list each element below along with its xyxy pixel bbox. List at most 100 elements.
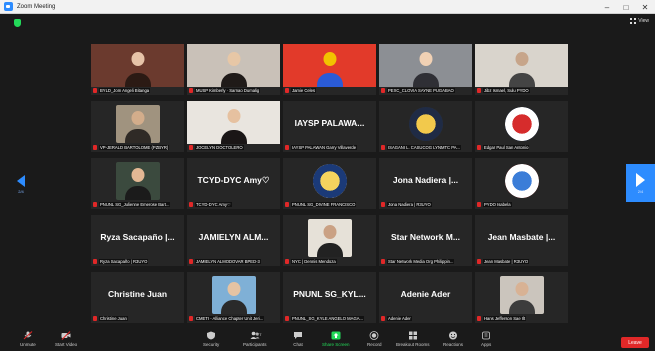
participant-name-tag: Ryza Sacapaño | R3UYO — [93, 258, 182, 265]
participant-name-tag: PEXC_CLOVIA SAYNE PUGABAO — [381, 87, 470, 94]
participant-name-tag: Hans Jefferson Sae Ilt — [477, 315, 566, 322]
participant-name: JAMIELYN ALMODOVAR BPED-3 — [195, 259, 261, 264]
participant-display-name: PNUNL SG_KYL... — [293, 289, 366, 299]
security-button[interactable]: Security — [203, 331, 219, 347]
participant-tile[interactable]: ISAGANI L. CASUCOG LYNMTC PA... — [379, 101, 472, 152]
participant-tile[interactable]: PYDO Isabela — [475, 158, 568, 209]
breakout-rooms-button[interactable]: Breakout Rooms — [396, 331, 430, 347]
reactions-button[interactable]: Reactions — [443, 331, 463, 347]
participant-tile[interactable]: Adenie Ader Adenie Ader — [379, 272, 472, 323]
share-screen-button[interactable]: Share Screen — [322, 331, 350, 347]
participant-tile[interactable]: Jean Masbate |... Jean Masbate | R3UYO — [475, 215, 568, 266]
participant-body — [124, 129, 151, 143]
maximize-button[interactable]: □ — [617, 0, 635, 14]
participant-face — [227, 109, 240, 123]
participant-name-tag: JAMIELYN ALMODOVAR BPED-3 — [189, 258, 278, 265]
participant-name: PNUNL SG_Julienne Emerose Bart... — [99, 202, 171, 207]
participant-tile[interactable]: IAYSP PALAWA... IAYSP PALAWAN Garry Villa… — [283, 101, 376, 152]
participant-tile[interactable]: VP-JERALD BARTOLOME (PZBYR) — [91, 101, 184, 152]
security-label: Security — [203, 342, 220, 347]
participant-name: BYLD_Jom Angeli Bitanga — [99, 88, 151, 93]
participant-tile[interactable]: MUSP Kimberly · Sarnao Dumalig — [187, 44, 280, 95]
participant-tile[interactable]: Edgar Paul San Antonio — [475, 101, 568, 152]
participant-tile[interactable]: PEXC_CLOVIA SAYNE PUGABAO — [379, 44, 472, 95]
participant-tile[interactable]: TCYD-DYC Amy♡ TCYD-DYC Amy♡ — [187, 158, 280, 209]
participant-name: ISAGANI L. CASUCOG LYNMTC PA... — [387, 145, 461, 150]
participant-name-tag: Christine Juan — [93, 315, 182, 322]
participant-face — [227, 282, 240, 296]
close-button[interactable]: ✕ — [636, 0, 654, 14]
participant-tile[interactable]: Jona Nadiera |... Jona Nadiera | R3UYO — [379, 158, 472, 209]
participant-tile[interactable]: JAMIELYN ALM... JAMIELYN ALMODOVAR BPED-3 — [187, 215, 280, 266]
participant-face — [131, 168, 144, 182]
apps-icon — [482, 331, 491, 340]
participant-tile[interactable]: JOCELYN DOCTOLERO — [187, 101, 280, 152]
record-button[interactable]: Record — [367, 331, 382, 347]
participant-name: Hans Jefferson Sae Ilt — [483, 316, 527, 321]
participant-profile-logo — [504, 164, 539, 198]
participant-profile-logo — [408, 107, 443, 141]
muted-mic-icon — [285, 88, 289, 93]
participant-tile[interactable]: Jibz Ismael, Sulu PYDO — [475, 44, 568, 95]
participant-tile[interactable]: BYLD_Jom Angeli Bitanga — [91, 44, 184, 95]
participant-video — [187, 101, 280, 144]
participant-name-tag: Jibz Ismael, Sulu PYDO — [477, 87, 566, 94]
view-button[interactable]: View — [630, 18, 649, 24]
chat-button[interactable]: Chat — [293, 331, 303, 347]
participant-video — [187, 44, 280, 87]
participant-display-name: Christine Juan — [107, 289, 168, 299]
participant-name-tag: PNUNL SG_Julienne Emerose Bart... — [93, 201, 182, 208]
unmute-label: Unmute — [20, 342, 36, 347]
breakout-rooms-icon — [408, 331, 417, 340]
share-screen-label: Share Screen — [322, 342, 350, 347]
shield-icon — [207, 331, 216, 340]
video-off-icon — [61, 331, 71, 340]
participant-video — [499, 276, 544, 314]
start-video-button[interactable]: Start Video — [55, 331, 77, 347]
participant-tile[interactable]: CMETI - Alliance Chapter Unit Jeri... — [187, 272, 280, 323]
security-shield-icon[interactable] — [14, 19, 21, 27]
leave-button[interactable]: Leave — [621, 337, 649, 348]
reactions-icon — [449, 331, 457, 340]
participant-face — [131, 52, 144, 66]
next-page-button[interactable]: 2/4 — [626, 164, 655, 202]
participant-name-tag: PYDO Isabela — [477, 201, 566, 208]
participant-tile[interactable]: Star Network M... Star Network Media Org … — [379, 215, 472, 266]
muted-mic-icon — [381, 145, 385, 150]
participant-tile[interactable]: NYC | Dennis Mendoza — [283, 215, 376, 266]
muted-mic-icon — [381, 202, 385, 207]
participant-tile[interactable]: PNUNL SG_KYL... PNUNL_SG_KYLE ANGELO MAGA… — [283, 272, 376, 323]
participant-name-tag: VP-JERALD BARTOLOME (PZBYR) — [93, 144, 182, 151]
window-title: Zoom Meeting — [17, 3, 56, 10]
participant-tile[interactable]: PNUNL SG_DIVINE FRANCISCO — [283, 158, 376, 209]
participant-name-tag: Jona Nadiera | R3UYO — [381, 201, 470, 208]
previous-page-button[interactable]: 2/4 — [14, 175, 28, 203]
record-icon — [369, 331, 379, 340]
share-screen-icon — [331, 331, 341, 340]
apps-button[interactable]: Apps — [481, 331, 491, 347]
participant-tile[interactable]: Christine Juan Christine Juan — [91, 272, 184, 323]
participant-tile[interactable]: Jamie Celes — [283, 44, 376, 95]
muted-mic-icon — [381, 259, 385, 264]
page-indicator-right: 2/4 — [637, 188, 644, 194]
participant-tile[interactable]: PNUNL SG_Julienne Emerose Bart... — [91, 158, 184, 209]
participant-tile[interactable]: Hans Jefferson Sae Ilt — [475, 272, 568, 323]
participant-display-name: Jean Masbate |... — [487, 232, 556, 242]
muted-mic-icon — [93, 202, 97, 207]
participant-name-tag: PNUNL SG_DIVINE FRANCISCO — [285, 201, 374, 208]
participant-name-tag: MUSP Kimberly · Sarnao Dumalig — [189, 87, 278, 94]
minimize-button[interactable]: – — [598, 0, 616, 14]
participants-button[interactable]: 77 Participants — [243, 331, 267, 347]
participant-face — [323, 225, 336, 239]
participant-name: Jibz Ismael, Sulu PYDO — [483, 88, 530, 93]
participant-name: JOCELYN DOCTOLERO — [195, 145, 244, 150]
participant-name-tag: BYLD_Jom Angeli Bitanga — [93, 87, 182, 94]
participant-tile[interactable]: Ryza Sacapaño |... Ryza Sacapaño | R3UYO — [91, 215, 184, 266]
participant-face — [515, 52, 528, 66]
participant-face — [515, 282, 528, 296]
participant-name-tag: ISAGANI L. CASUCOG LYNMTC PA... — [381, 144, 470, 151]
unmute-button[interactable]: Unmute — [20, 331, 36, 347]
muted-mic-icon — [23, 331, 33, 340]
participant-name-tag: PNUNL_SG_KYLE ANGELO MAGA... — [285, 315, 374, 322]
participant-name-tag: IAYSP PALAWAN Garry Villaverde — [285, 144, 374, 151]
